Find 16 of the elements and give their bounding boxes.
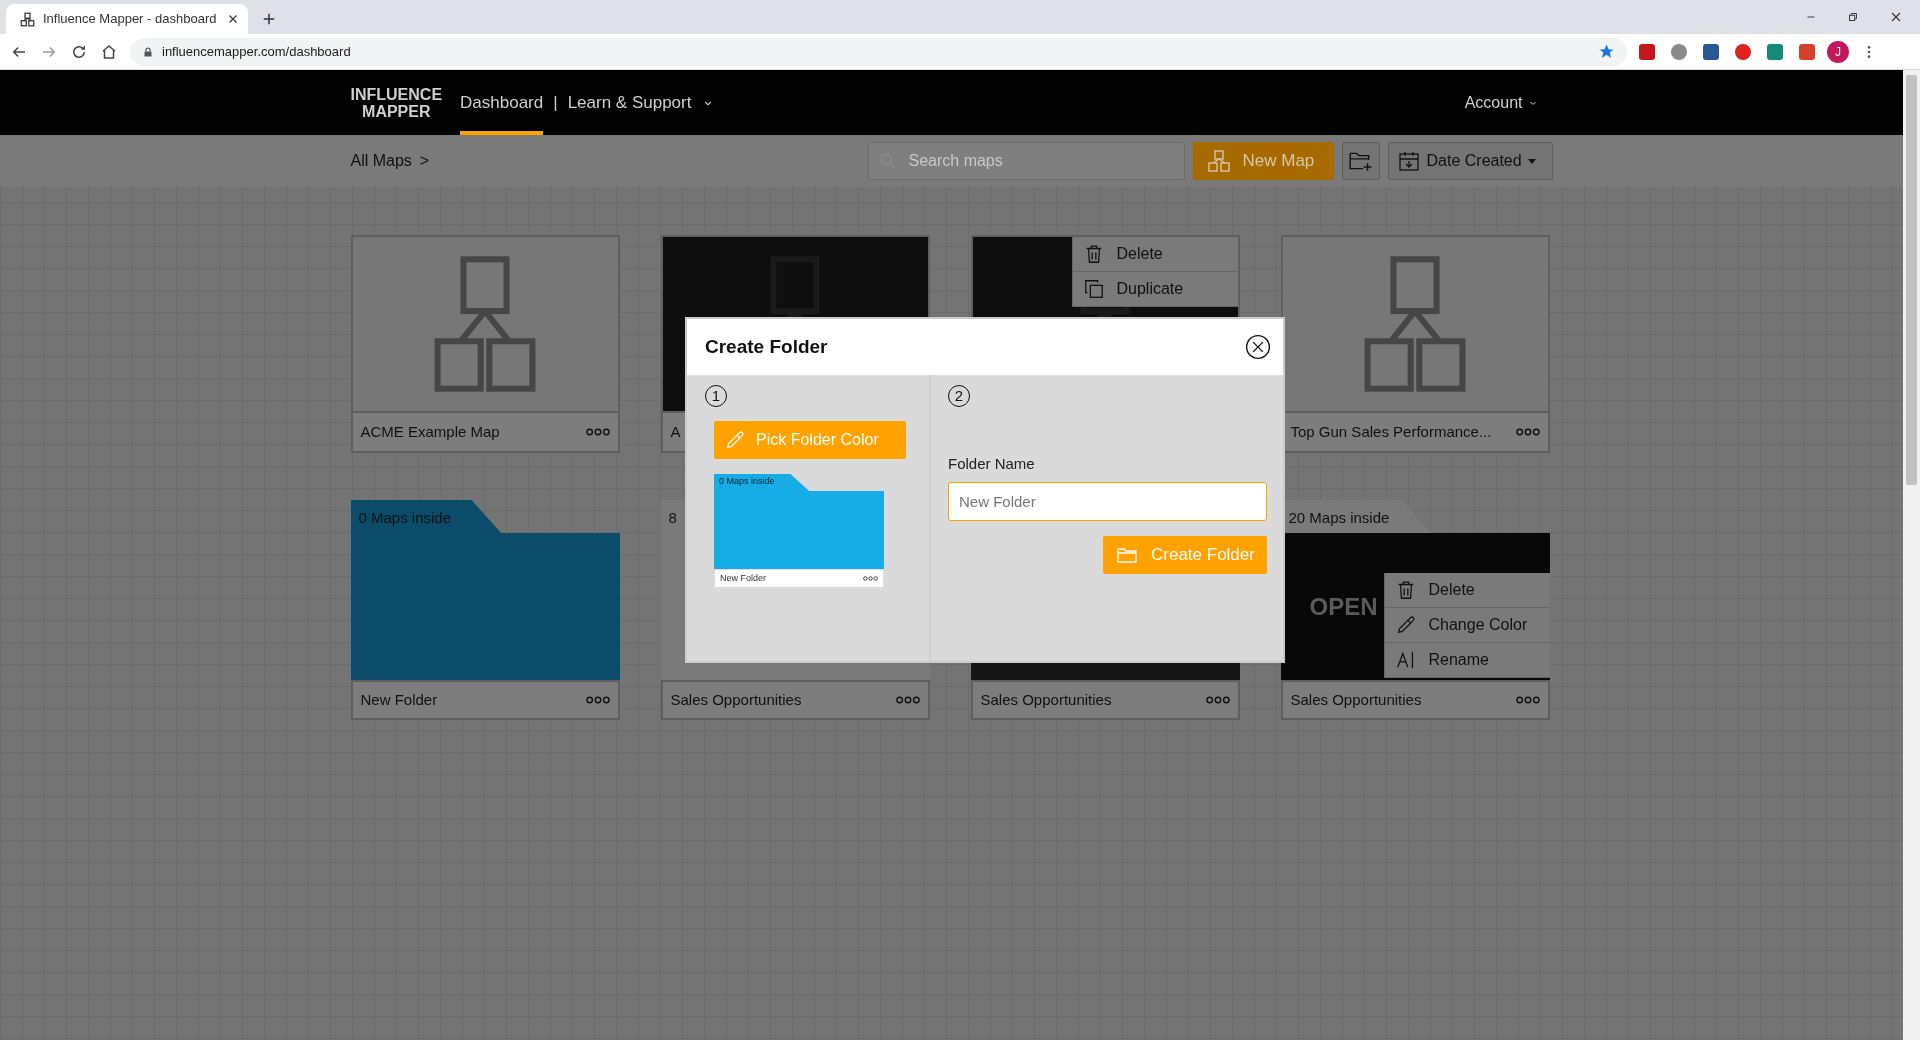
field-label: Folder Name bbox=[948, 454, 1036, 474]
card-title: Sales Opportunities bbox=[670, 689, 802, 710]
tab-title: Influence Mapper - dashboard bbox=[43, 10, 218, 29]
card-title: A bbox=[670, 421, 681, 442]
card-title: Sales Opportunities bbox=[980, 689, 1112, 710]
card-title: New Folder bbox=[720, 571, 766, 585]
breadcrumb-arrow: > bbox=[419, 151, 430, 171]
dialog-title: Create Folder bbox=[705, 334, 828, 359]
logo-text: INFLUENCE bbox=[350, 85, 443, 103]
card-title: ACME Example Map bbox=[360, 421, 500, 442]
card-title: Sales Opportunities bbox=[1290, 689, 1422, 710]
card-title: Top Gun Sales Performance... bbox=[1290, 421, 1492, 442]
card-title: New Folder bbox=[360, 689, 438, 710]
logo-text: MAPPER bbox=[361, 102, 432, 120]
url-text: influencemapper.com/dashboard bbox=[162, 42, 352, 61]
nav-separator: | bbox=[553, 91, 558, 114]
